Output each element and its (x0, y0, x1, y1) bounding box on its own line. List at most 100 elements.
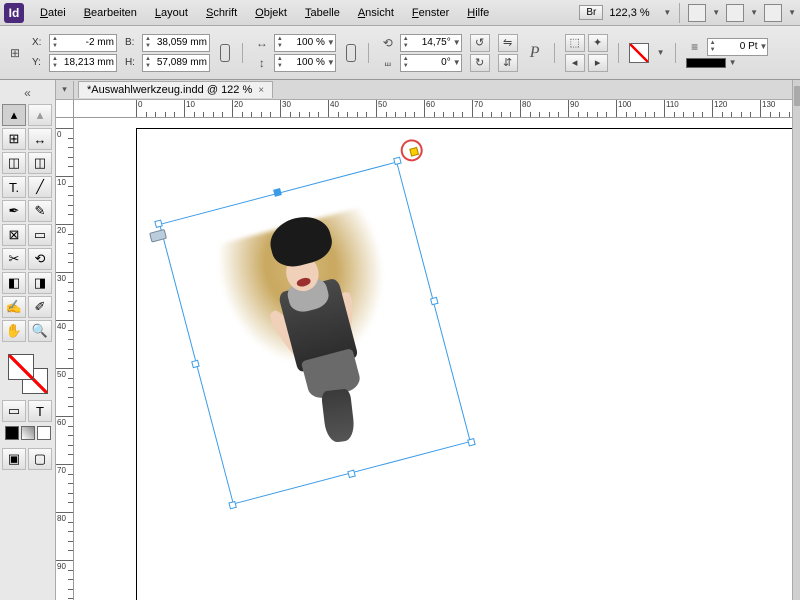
eyedropper-tool[interactable]: ✐ (28, 296, 52, 318)
chevron-down-icon[interactable]: ▼ (657, 48, 665, 57)
rectangle-frame-tool[interactable]: ⊠ (2, 224, 26, 246)
content-placer-tool[interactable]: ◫ (28, 152, 52, 174)
ruler-origin[interactable] (56, 100, 74, 118)
zoom-value: 122,3 % (609, 7, 659, 19)
pencil-tool[interactable]: ✎ (28, 200, 52, 222)
tab-overflow-icon[interactable]: ▾ (56, 81, 74, 99)
select-prev-button[interactable]: ◂ (565, 54, 585, 72)
arrange-icon[interactable] (764, 4, 782, 22)
menu-objekt[interactable]: Objekt (247, 4, 295, 22)
rotate-cw-button[interactable]: ↻ (470, 54, 490, 72)
note-tool[interactable]: ✍ (2, 296, 26, 318)
apply-none-icon[interactable] (37, 426, 51, 440)
formatting-text-button[interactable]: T (28, 400, 52, 422)
select-next-button[interactable]: ▸ (588, 54, 608, 72)
menu-layout[interactable]: Layout (147, 4, 196, 22)
document-tab-title: *Auswahlwerkzeug.indd @ 122 % (87, 84, 252, 96)
select-container-button[interactable]: ⬚ (565, 34, 585, 52)
formatting-container-button[interactable]: ▭ (2, 400, 26, 422)
stroke-style-swatch[interactable] (686, 58, 726, 68)
rotate-input[interactable]: ▲▼ ▼ (400, 34, 462, 52)
zoom-tool[interactable]: 🔍 (28, 320, 52, 342)
zoom-level[interactable]: 122,3 % ▼ (609, 7, 671, 19)
apply-gradient-icon[interactable] (21, 426, 35, 440)
rectangle-tool[interactable]: ▭ (28, 224, 52, 246)
h-label: H: (125, 57, 139, 68)
apply-mode-row[interactable] (2, 426, 53, 440)
direct-selection-tool[interactable]: ▴ (28, 104, 52, 126)
stroke-weight-icon: ≡ (686, 38, 704, 56)
free-transform-tool[interactable]: ⟲ (28, 248, 52, 270)
w-label: B: (125, 37, 139, 48)
y-label: Y: (32, 57, 46, 68)
flip-horizontal-button[interactable]: ⇋ (498, 34, 518, 52)
rotate-icon: ⟲ (379, 34, 397, 52)
menu-schrift[interactable]: Schrift (198, 4, 245, 22)
menu-hilfe[interactable]: Hilfe (459, 4, 497, 22)
shear-input[interactable]: ▲▼ ▼ (400, 54, 462, 72)
reference-point-icon[interactable]: ⊞ (6, 44, 24, 62)
close-tab-icon[interactable]: × (258, 85, 264, 96)
document-area: ▾ *Auswahlwerkzeug.indd @ 122 % × 010203… (56, 80, 800, 600)
scale-x-input[interactable]: ▲▼ ▼ (274, 34, 336, 52)
canvas[interactable] (74, 118, 800, 600)
rotate-ccw-button[interactable]: ↺ (470, 34, 490, 52)
menu-bearbeiten[interactable]: Bearbeiten (76, 4, 145, 22)
step-down-icon[interactable]: ▼ (50, 43, 60, 50)
step-up-icon[interactable]: ▲ (50, 36, 60, 43)
chevron-down-icon[interactable]: ▼ (788, 8, 796, 17)
line-tool[interactable]: ╱ (28, 176, 52, 198)
scale-x-icon: ↔ (253, 34, 271, 52)
gap-tool[interactable]: ↔ (28, 128, 52, 150)
menu-tabelle[interactable]: Tabelle (297, 4, 348, 22)
fill-stroke-swatch[interactable] (8, 354, 48, 394)
scissors-tool[interactable]: ✂ (2, 248, 26, 270)
type-tool[interactable]: T. (2, 176, 26, 198)
menu-ansicht[interactable]: Ansicht (350, 4, 402, 22)
document-tabbar: ▾ *Auswahlwerkzeug.indd @ 122 % × (56, 80, 800, 100)
chevron-down-icon[interactable]: ▼ (750, 8, 758, 17)
stroke-weight-input[interactable]: ▲▼ ▼ (707, 38, 769, 56)
selection-tool[interactable]: ▴ (2, 104, 26, 126)
ruler-horizontal[interactable]: 0102030405060708090100110120130140150 (74, 100, 800, 118)
chevron-down-icon[interactable]: ▼ (712, 8, 720, 17)
panel-dock[interactable] (792, 80, 800, 600)
panel-grip-icon[interactable] (794, 86, 800, 106)
scale-y-input[interactable]: ▲▼ ▼ (274, 54, 336, 72)
page-tool[interactable]: ⊞ (2, 128, 26, 150)
menu-datei[interactable]: Datei (32, 4, 74, 22)
control-bar: ⊞ X: ▲▼ Y: ▲▼ B: ▲▼ H: ▲ (0, 26, 800, 80)
constrain-scale-icon[interactable] (344, 38, 358, 68)
scale-y-icon: ↕ (253, 54, 271, 72)
divider (679, 3, 680, 23)
constrain-proportions-icon[interactable] (218, 38, 232, 68)
normal-view-button[interactable]: ▣ (2, 448, 26, 470)
gradient-feather-tool[interactable]: ◨ (28, 272, 52, 294)
fill-none-swatch[interactable] (629, 43, 649, 63)
view-options-icon[interactable] (688, 4, 706, 22)
height-input[interactable]: ▲▼ (142, 54, 210, 72)
p-icon: P (526, 44, 544, 62)
ruler-vertical[interactable]: 0102030405060708090 (56, 118, 74, 600)
menubar: Id Datei Bearbeiten Layout Schrift Objek… (0, 0, 800, 26)
width-input[interactable]: ▲▼ (142, 34, 210, 52)
apply-color-icon[interactable] (5, 426, 19, 440)
hand-tool[interactable]: ✋ (2, 320, 26, 342)
y-input[interactable]: ▲▼ (49, 54, 117, 72)
gradient-swatch-tool[interactable]: ◧ (2, 272, 26, 294)
shear-icon: ⧢ (379, 54, 397, 72)
select-content-button[interactable]: ✦ (588, 34, 608, 52)
collapse-icon[interactable]: « (2, 84, 53, 102)
preview-view-button[interactable]: ▢ (28, 448, 52, 470)
flip-vertical-button[interactable]: ⇵ (498, 54, 518, 72)
document-tab[interactable]: *Auswahlwerkzeug.indd @ 122 % × (78, 81, 273, 98)
pen-tool[interactable]: ✒ (2, 200, 26, 222)
tools-panel: « ▴ ▴ ⊞ ↔ ◫ ◫ T. ╱ ✒ ✎ ⊠ ▭ ✂ ⟲ ◧ (0, 80, 56, 600)
x-label: X: (32, 37, 46, 48)
x-input[interactable]: ▲▼ (49, 34, 117, 52)
chevron-down-icon[interactable]: ▼ (729, 58, 737, 67)
menu-fenster[interactable]: Fenster (404, 4, 457, 22)
content-collector-tool[interactable]: ◫ (2, 152, 26, 174)
bridge-button[interactable]: Br (579, 5, 603, 20)
screen-mode-icon[interactable] (726, 4, 744, 22)
